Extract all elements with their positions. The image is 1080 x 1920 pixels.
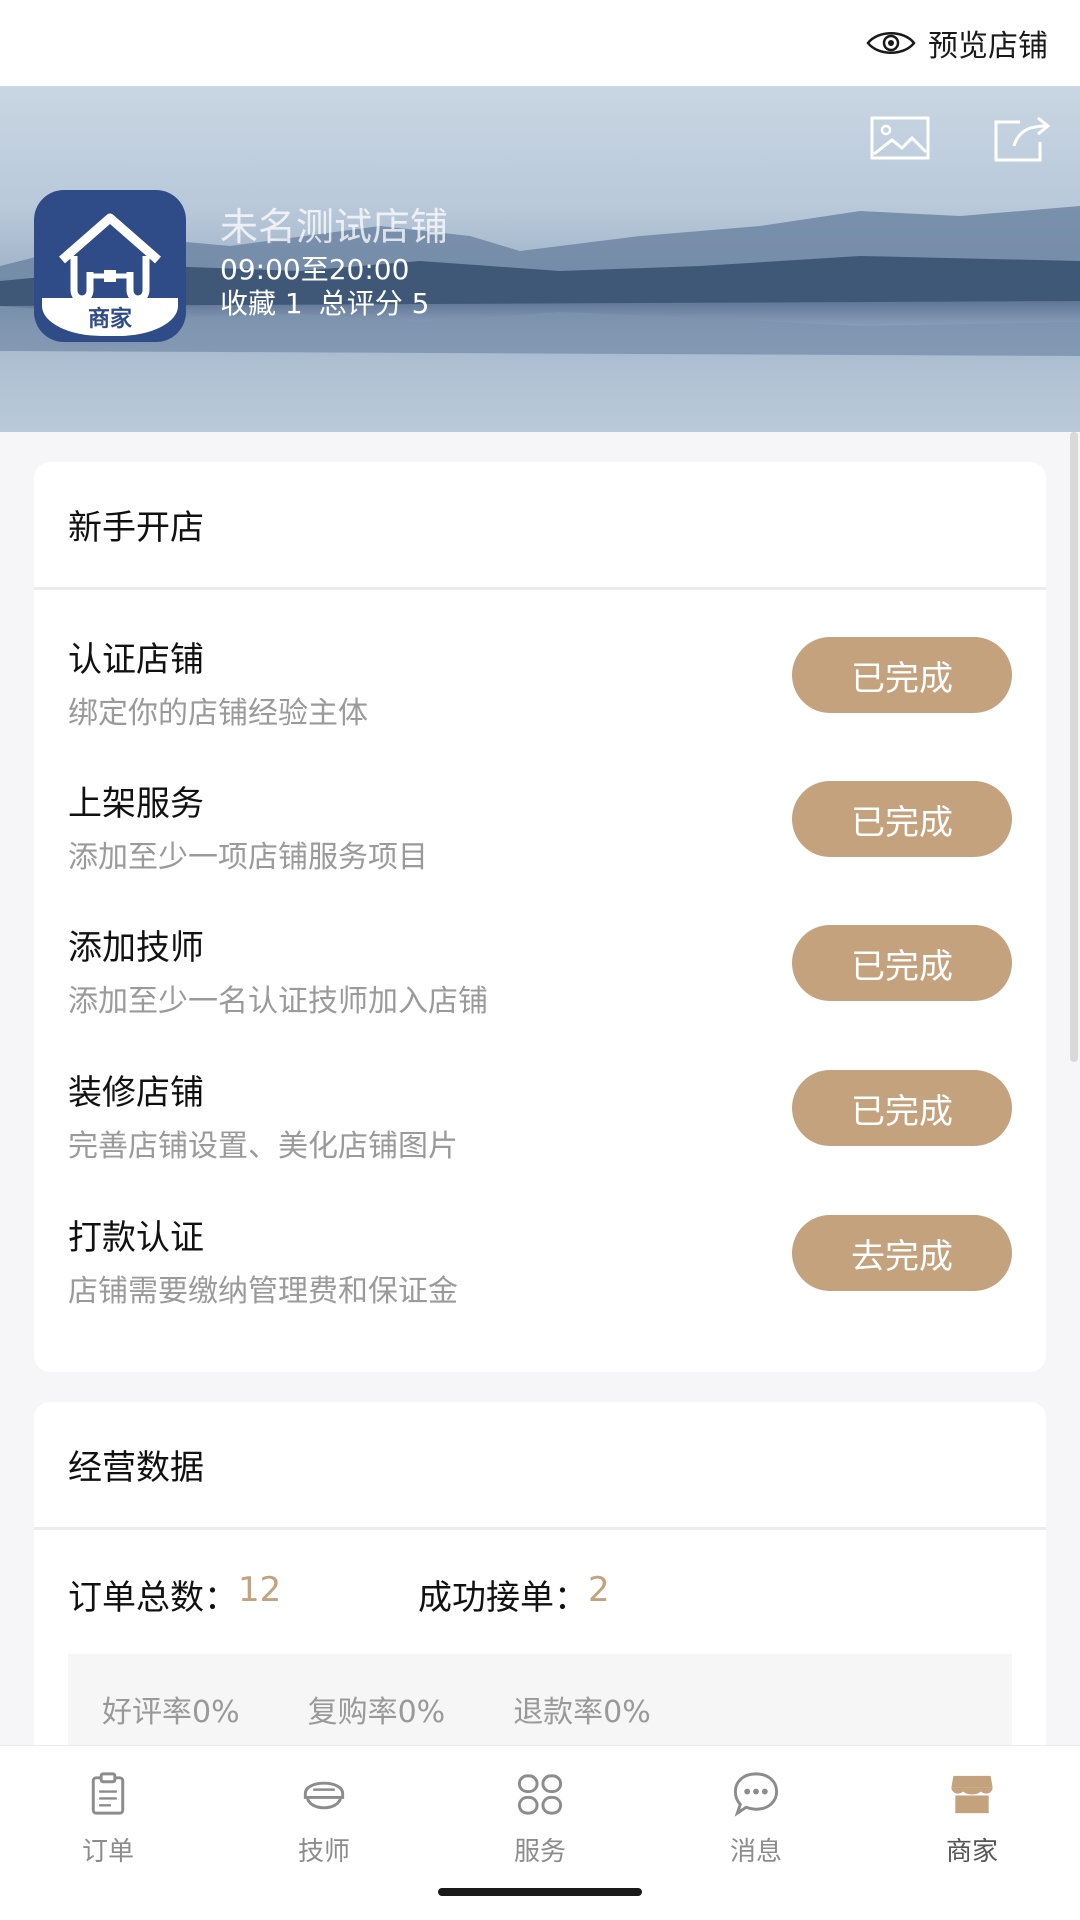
- shop-name: 未名测试店铺: [220, 205, 449, 249]
- nav-label-messages: 消息: [729, 1837, 782, 1867]
- task-item: 上架服务 添加至少一项店铺服务项目 已完成: [68, 776, 1012, 896]
- clipboard-icon: [91, 1772, 125, 1815]
- task-status-button[interactable]: 去完成: [792, 1215, 1012, 1291]
- order-stats: 订单总数： 12 成功接单： 2: [68, 1570, 1012, 1619]
- nav-label-merchant: 商家: [945, 1837, 998, 1867]
- store-icon: [951, 1775, 993, 1814]
- shop-logo: 商家: [34, 190, 186, 342]
- total-orders-value: 12: [238, 1570, 282, 1610]
- business-data-card: 经营数据 订单总数： 12 成功接单： 2 好评率0% 复购率0% 退款率0%: [34, 1402, 1046, 1802]
- eye-icon: [866, 32, 916, 54]
- preview-shop-label: 预览店铺: [928, 29, 1048, 64]
- top-bar: 预览店铺: [0, 0, 1080, 86]
- nav-item-orders[interactable]: 订单: [28, 1768, 188, 1868]
- repurchase-rate: 复购率0%: [307, 1695, 446, 1730]
- image-icon[interactable]: [868, 112, 938, 168]
- task-description: 完善店铺设置、美化店铺图片: [68, 1129, 458, 1164]
- task-status-button[interactable]: 已完成: [792, 925, 1012, 1001]
- nav-item-merchant[interactable]: 商家: [892, 1768, 1052, 1868]
- onboarding-card: 新手开店 认证店铺 绑定你的店铺经验主体 已完成 上架服务 添加至少一项店铺服务…: [34, 462, 1046, 1372]
- task-title: 添加技师: [68, 928, 204, 968]
- shop-stats: 收藏 1 总评分 5: [220, 282, 429, 322]
- onboarding-title: 新手开店: [34, 462, 1046, 590]
- good-review-rate: 好评率0%: [102, 1695, 240, 1730]
- task-title: 上架服务: [68, 784, 204, 824]
- task-item: 装修店铺 完善店铺设置、美化店铺图片 已完成: [68, 1065, 1012, 1185]
- task-title: 装修店铺: [68, 1073, 204, 1113]
- task-status-button[interactable]: 已完成: [792, 781, 1012, 857]
- nav-item-technicians[interactable]: 技师: [244, 1768, 404, 1868]
- nav-item-messages[interactable]: 消息: [676, 1768, 836, 1868]
- total-orders-label: 订单总数：: [68, 1578, 238, 1618]
- task-description: 添加至少一名认证技师加入店铺: [68, 984, 488, 1019]
- accepted-orders-value: 2: [588, 1570, 610, 1610]
- task-item: 打款认证 店铺需要缴纳管理费和保证金 去完成: [68, 1210, 1012, 1330]
- home-indicator: [438, 1888, 642, 1896]
- total-orders: 订单总数： 12: [68, 1570, 418, 1619]
- business-data-title: 经营数据: [34, 1402, 1046, 1530]
- nav-item-services[interactable]: 服务: [460, 1768, 620, 1868]
- scrollbar[interactable]: [1070, 432, 1078, 1062]
- accepted-orders: 成功接单： 2: [418, 1570, 610, 1619]
- nav-label-services: 服务: [513, 1837, 566, 1867]
- preview-shop-button[interactable]: 预览店铺: [866, 18, 1048, 68]
- technician-icon: [303, 1781, 345, 1810]
- task-description: 绑定你的店铺经验主体: [68, 696, 368, 731]
- accepted-orders-label: 成功接单：: [418, 1578, 588, 1618]
- task-status-button[interactable]: 已完成: [792, 637, 1012, 713]
- task-status-button[interactable]: 已完成: [792, 1070, 1012, 1146]
- nav-label-orders: 订单: [81, 1837, 134, 1867]
- task-item: 认证店铺 绑定你的店铺经验主体 已完成: [68, 632, 1012, 752]
- task-title: 打款认证: [68, 1218, 204, 1258]
- task-title: 认证店铺: [68, 640, 204, 680]
- task-description: 添加至少一项店铺服务项目: [68, 840, 428, 875]
- shop-banner: 商家 未名测试店铺 09:00至20:00 收藏 1 总评分 5: [0, 86, 1080, 432]
- refund-rate: 退款率0%: [513, 1695, 651, 1730]
- grid-icon: [517, 1774, 563, 1815]
- task-description: 店铺需要缴纳管理费和保证金: [68, 1274, 458, 1309]
- nav-label-technicians: 技师: [297, 1837, 350, 1867]
- favorites-count: 收藏 1: [220, 287, 303, 320]
- share-icon[interactable]: [990, 112, 1060, 168]
- task-item: 添加技师 添加至少一名认证技师加入店铺 已完成: [68, 920, 1012, 1040]
- chat-bubble-icon: [733, 1772, 779, 1817]
- total-rating: 总评分 5: [318, 287, 430, 320]
